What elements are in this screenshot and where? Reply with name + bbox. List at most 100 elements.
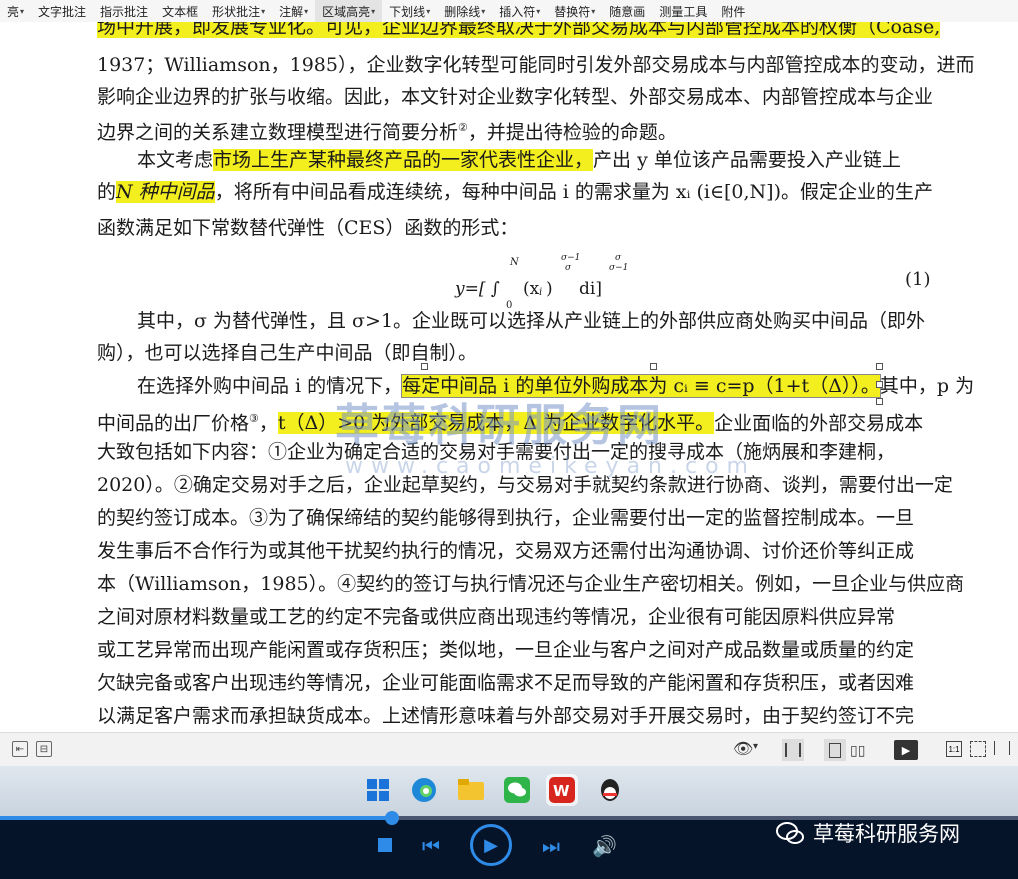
eye-icon[interactable]: 👁 <box>733 739 753 759</box>
toolbar-item-label: 指示批注 <box>100 4 149 19</box>
text-line: 其中，σ 为替代弹性，且 σ>1。企业既可以选择从产业链上的外部供应商处购买中间… <box>137 310 926 332</box>
wechat-logo-icon <box>776 822 804 844</box>
toolbar-item[interactable]: 指示批注 <box>93 0 155 22</box>
toolbar-item[interactable]: 下划线 ▾ <box>382 0 437 22</box>
toolbar-item-label: 附件 <box>721 4 746 19</box>
text-span: 中间品的出厂价格 <box>97 412 250 435</box>
toolbar-item[interactable]: 注解 ▾ <box>272 0 315 22</box>
toolbar-item[interactable]: 附件 <box>714 0 752 22</box>
play-button[interactable]: ▶ <box>470 824 512 866</box>
text-span: ，将所有中间品看成连续统，每种中间品 i 的需求量为 xᵢ (i∈[0,N])。… <box>214 181 934 203</box>
selection-handle[interactable] <box>876 381 883 388</box>
two-page-view-icon[interactable]: ▯▯ <box>850 742 865 759</box>
formula-part: y=[ ∫ <box>455 279 500 299</box>
text-line: 的N 种中间品，将所有中间品看成连续统，每种中间品 i 的需求量为 xᵢ (i∈… <box>97 179 977 205</box>
brand-text: 草莓科研服务网 <box>813 822 960 846</box>
text-line: 以满足客户需求而承担缺货成本。上述情形意味着与外部交易对手开展交易时，由于契约签… <box>97 705 915 727</box>
document-viewer[interactable]: 场中开展，即发展专业化。可见，企业边界最终取决于外部交易成本与内部管控成本的权衡… <box>0 22 1018 732</box>
play-slideshow-icon[interactable]: ▶ <box>894 740 918 760</box>
formula-part: σ <box>615 253 622 263</box>
toolbar-item[interactable]: 区域高亮 ▾ <box>315 0 383 22</box>
previous-icon[interactable]: ⏮ <box>422 834 440 858</box>
chevron-down-icon[interactable]: ▾ <box>304 7 308 16</box>
first-page-icon[interactable]: ⇤ <box>12 741 28 757</box>
text-line: 购），也可以选择自己生产中间品（即自制）。 <box>97 342 478 364</box>
toolbar-item[interactable]: 删除线 ▾ <box>437 0 492 22</box>
taskbar: W <box>0 766 1018 816</box>
fit-page-icon[interactable] <box>970 741 986 757</box>
formula-part: di] <box>579 279 602 299</box>
single-page-view-icon[interactable] <box>782 739 804 761</box>
formula: y=[ ∫ 0 N (x i ) σ−1 σ di] σ σ−1 <box>455 253 628 311</box>
highlight[interactable]: 场中开展，即发展专业化。可见，企业边界最终取决于外部交易成本与内部管控成本的权衡… <box>97 22 941 38</box>
formula-part: N <box>510 257 519 268</box>
toolbar-item[interactable]: 测量工具 <box>652 0 714 22</box>
selection-handle[interactable] <box>876 398 883 405</box>
toolbar-item[interactable]: 文字批注 <box>31 0 93 22</box>
toolbar-item[interactable]: 插入符 ▾ <box>492 0 547 22</box>
footnote-ref[interactable]: ② <box>458 121 468 134</box>
chevron-down-icon[interactable]: ▾ <box>536 7 540 16</box>
watermark: 草莓科研服务网 <box>335 400 664 451</box>
toolbar-item[interactable]: 随意画 <box>602 0 652 22</box>
file-explorer-icon[interactable] <box>455 774 487 806</box>
volume-icon[interactable]: 🔊 <box>592 834 617 858</box>
highlight[interactable]: 市场上生产某种最终产品的一家代表性企业， <box>213 149 594 171</box>
toolbar-item[interactable]: 文本框 <box>155 0 205 22</box>
chevron-down-icon[interactable]: ▾ <box>261 7 265 16</box>
brand-label: 草莓科研服务网 <box>775 818 960 848</box>
progress-knob[interactable] <box>384 811 399 825</box>
text-line: 影响企业边界的扩张与收缩。因此，本文针对企业数字化转型、外部交易成本、内部管控成… <box>97 86 934 108</box>
text-line: 的契约签订成本。③为了确保缔结的契约能够得到执行，企业需要付出一定的监督控制成本… <box>97 507 915 529</box>
formula-part: σ <box>565 263 572 273</box>
svg-text:W: W <box>553 782 570 800</box>
qq-icon[interactable] <box>594 774 626 806</box>
formula-part: ) <box>546 279 553 299</box>
chevron-down-icon[interactable]: ▾ <box>426 7 430 16</box>
text-span: ，并提出待检验的命题。 <box>467 121 677 144</box>
text-span: 边界之间的关系建立数理模型进行简要分析 <box>97 121 459 144</box>
toolbar-item[interactable]: 形状批注 ▾ <box>205 0 272 22</box>
toolbar-item[interactable]: 亮 ▾ <box>0 0 31 22</box>
toolbar-item-label: 随意画 <box>609 4 646 19</box>
continuous-view-icon[interactable] <box>824 739 846 761</box>
chevron-down-icon[interactable]: ▾ <box>371 7 375 16</box>
watermark-url: www.caomeikeyan.com <box>345 454 756 479</box>
text-span: 其中，p 为 <box>879 375 975 397</box>
document-page: 场中开展，即发展专业化。可见，企业边界最终取决于外部交易成本与内部管控成本的权衡… <box>0 22 1018 732</box>
fit-width-icon[interactable] <box>994 741 1010 755</box>
status-bar: ⇤ ⊟ 👁 ▾ ▯▯ ▶ 1:1 <box>0 732 1018 767</box>
text-line: 场中开展，即发展专业化。可见，企业边界最终取决于外部交易成本与内部管控成本的权衡… <box>97 22 977 40</box>
chevron-down-icon[interactable]: ▾ <box>481 7 485 16</box>
text-line: 或工艺异常而出现产能闲置或存货积压；类似地，一旦企业与客户之间对产成品数量或质量… <box>97 639 915 661</box>
equation-number: (1) <box>905 269 931 290</box>
toolbar-item-label: 文字批注 <box>38 4 87 19</box>
chevron-down-icon[interactable]: ▾ <box>20 7 24 16</box>
toolbar-item-label: 删除线 <box>444 4 481 19</box>
highlight[interactable]: N 种中间品 <box>116 181 215 203</box>
toolbar-item[interactable]: 替换符 ▾ <box>547 0 602 22</box>
text-line: 欠缺完备或客户出现违约等情况，企业可能面临需求不足而导致的产能闲置和存货积压，或… <box>97 672 915 694</box>
selection-handle[interactable] <box>650 363 657 370</box>
text-line: 之间对原材料数量或工艺的约定不完备或供应商出现违约等情况，企业很有可能因原料供应… <box>97 606 896 628</box>
toolbar-item-label: 替换符 <box>554 4 591 19</box>
windows-start-icon[interactable] <box>362 774 394 806</box>
edge-browser-icon[interactable] <box>408 774 440 806</box>
next-icon[interactable]: ⏭ <box>542 834 560 858</box>
actual-size-icon[interactable]: 1:1 <box>946 741 962 757</box>
sidebar-toggle-icon[interactable]: ⊟ <box>36 741 52 757</box>
wechat-icon[interactable] <box>501 774 533 806</box>
selection-handle[interactable] <box>421 363 428 370</box>
progress-fill <box>0 816 392 820</box>
chevron-down-icon[interactable]: ▾ <box>591 7 595 16</box>
toolbar-item-label: 测量工具 <box>659 4 708 19</box>
stop-icon[interactable] <box>378 838 392 852</box>
text-span: ， <box>258 412 278 435</box>
formula-part: σ−1 <box>609 263 629 273</box>
footnote-ref[interactable]: ③ <box>249 412 259 425</box>
wps-office-icon[interactable]: W <box>546 774 578 806</box>
selection-handle[interactable] <box>876 363 883 370</box>
chevron-down-icon[interactable]: ▾ <box>753 741 758 752</box>
toolbar-item-label: 下划线 <box>389 4 426 19</box>
text-span: 产出 y 单位该产品需要投入产业链上 <box>593 149 901 171</box>
